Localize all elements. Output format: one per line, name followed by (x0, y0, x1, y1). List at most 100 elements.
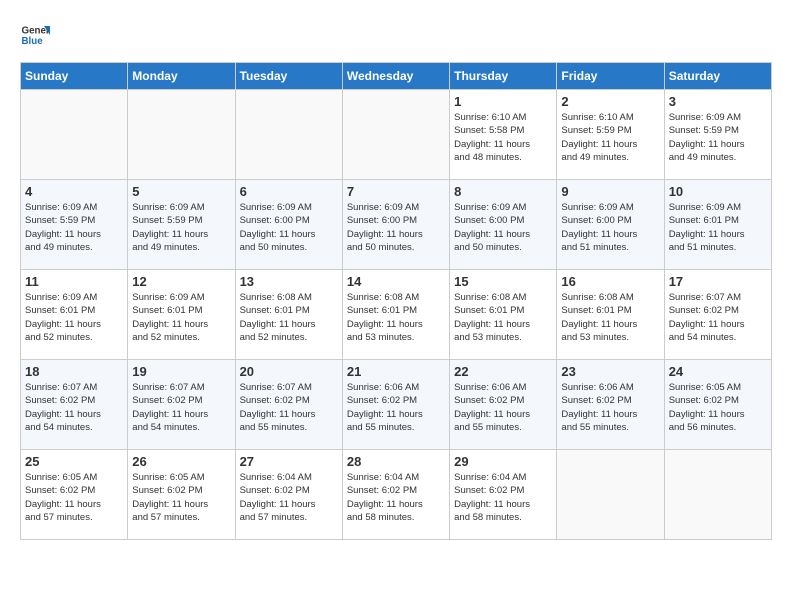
day-number: 7 (347, 184, 445, 199)
calendar-week-row: 25Sunrise: 6:05 AM Sunset: 6:02 PM Dayli… (21, 450, 772, 540)
day-header-sunday: Sunday (21, 63, 128, 90)
calendar-cell: 6Sunrise: 6:09 AM Sunset: 6:00 PM Daylig… (235, 180, 342, 270)
day-info: Sunrise: 6:10 AM Sunset: 5:59 PM Dayligh… (561, 111, 659, 164)
day-number: 12 (132, 274, 230, 289)
calendar-cell: 26 Sunrise: 6:05 AM Sunset: 6:02 PM Dayli… (128, 450, 235, 540)
calendar-cell: 23 Sunrise: 6:06 AM Sunset: 6:02 PM Dayli… (557, 360, 664, 450)
day-number: 16 (561, 274, 659, 289)
day-info: Sunrise: 6:07 AM Sunset: 6:02 PM Dayligh… (240, 381, 338, 434)
day-number: 8 (454, 184, 552, 199)
calendar-week-row: 18 Sunrise: 6:07 AM Sunset: 6:02 PM Dayli… (21, 360, 772, 450)
day-info: Sunrise: 6:04 AM Sunset: 6:02 PM Dayligh… (347, 471, 445, 524)
day-info: Sunrise: 6:05 AM Sunset: 6:02 PM Dayligh… (132, 471, 230, 524)
day-number: 23 (561, 364, 659, 379)
calendar-cell: 25Sunrise: 6:05 AM Sunset: 6:02 PM Dayli… (21, 450, 128, 540)
day-info: Sunrise: 6:09 AM Sunset: 5:59 PM Dayligh… (132, 201, 230, 254)
day-info: Sunrise: 6:07 AM Sunset: 6:02 PM Dayligh… (25, 381, 123, 434)
calendar-cell: 22 Sunrise: 6:06 AM Sunset: 6:02 PM Dayli… (450, 360, 557, 450)
day-number: 19 (132, 364, 230, 379)
calendar-cell: 27Sunrise: 6:04 AM Sunset: 6:02 PM Dayli… (235, 450, 342, 540)
calendar-cell: 14 Sunrise: 6:08 AM Sunset: 6:01 PM Dayli… (342, 270, 449, 360)
day-info: Sunrise: 6:05 AM Sunset: 6:02 PM Dayligh… (669, 381, 767, 434)
calendar-cell: 13 Sunrise: 6:08 AM Sunset: 6:01 PM Dayli… (235, 270, 342, 360)
day-number: 15 (454, 274, 552, 289)
day-number: 22 (454, 364, 552, 379)
day-info: Sunrise: 6:09 AM Sunset: 6:00 PM Dayligh… (561, 201, 659, 254)
calendar-cell: 18 Sunrise: 6:07 AM Sunset: 6:02 PM Dayli… (21, 360, 128, 450)
calendar-cell: 2 Sunrise: 6:10 AM Sunset: 5:59 PM Daylig… (557, 90, 664, 180)
svg-text:Blue: Blue (22, 36, 44, 47)
day-info: Sunrise: 6:09 AM Sunset: 5:59 PM Dayligh… (669, 111, 767, 164)
calendar-week-row: 1 Sunrise: 6:10 AM Sunset: 5:58 PM Daylig… (21, 90, 772, 180)
day-info: Sunrise: 6:09 AM Sunset: 6:01 PM Dayligh… (25, 291, 123, 344)
day-info: Sunrise: 6:07 AM Sunset: 6:02 PM Dayligh… (669, 291, 767, 344)
calendar-week-row: 4Sunrise: 6:09 AM Sunset: 5:59 PM Daylig… (21, 180, 772, 270)
calendar-cell (664, 450, 771, 540)
day-info: Sunrise: 6:09 AM Sunset: 6:00 PM Dayligh… (240, 201, 338, 254)
page-header: General Blue (20, 20, 772, 50)
day-number: 1 (454, 94, 552, 109)
calendar-cell: 16 Sunrise: 6:08 AM Sunset: 6:01 PM Dayli… (557, 270, 664, 360)
day-number: 21 (347, 364, 445, 379)
calendar-cell: 1 Sunrise: 6:10 AM Sunset: 5:58 PM Daylig… (450, 90, 557, 180)
calendar-cell: 20 Sunrise: 6:07 AM Sunset: 6:02 PM Dayli… (235, 360, 342, 450)
day-number: 10 (669, 184, 767, 199)
day-number: 13 (240, 274, 338, 289)
calendar-header-row: SundayMondayTuesdayWednesdayThursdayFrid… (21, 63, 772, 90)
day-number: 28 (347, 454, 445, 469)
day-info: Sunrise: 6:09 AM Sunset: 6:01 PM Dayligh… (669, 201, 767, 254)
day-number: 3 (669, 94, 767, 109)
day-number: 18 (25, 364, 123, 379)
day-number: 27 (240, 454, 338, 469)
day-number: 24 (669, 364, 767, 379)
calendar-cell (557, 450, 664, 540)
day-info: Sunrise: 6:05 AM Sunset: 6:02 PM Dayligh… (25, 471, 123, 524)
day-info: Sunrise: 6:08 AM Sunset: 6:01 PM Dayligh… (240, 291, 338, 344)
day-header-thursday: Thursday (450, 63, 557, 90)
day-info: Sunrise: 6:06 AM Sunset: 6:02 PM Dayligh… (561, 381, 659, 434)
logo: General Blue (20, 20, 50, 50)
day-number: 20 (240, 364, 338, 379)
day-info: Sunrise: 6:08 AM Sunset: 6:01 PM Dayligh… (454, 291, 552, 344)
day-info: Sunrise: 6:04 AM Sunset: 6:02 PM Dayligh… (454, 471, 552, 524)
calendar-table: SundayMondayTuesdayWednesdayThursdayFrid… (20, 62, 772, 540)
day-header-wednesday: Wednesday (342, 63, 449, 90)
calendar-cell (128, 90, 235, 180)
calendar-cell (21, 90, 128, 180)
day-number: 14 (347, 274, 445, 289)
day-info: Sunrise: 6:09 AM Sunset: 5:59 PM Dayligh… (25, 201, 123, 254)
day-number: 26 (132, 454, 230, 469)
day-number: 5 (132, 184, 230, 199)
calendar-week-row: 11 Sunrise: 6:09 AM Sunset: 6:01 PM Dayli… (21, 270, 772, 360)
calendar-cell: 21Sunrise: 6:06 AM Sunset: 6:02 PM Dayli… (342, 360, 449, 450)
calendar-cell: 7 Sunrise: 6:09 AM Sunset: 6:00 PM Daylig… (342, 180, 449, 270)
day-info: Sunrise: 6:08 AM Sunset: 6:01 PM Dayligh… (561, 291, 659, 344)
calendar-cell (235, 90, 342, 180)
day-info: Sunrise: 6:06 AM Sunset: 6:02 PM Dayligh… (454, 381, 552, 434)
calendar-cell: 3 Sunrise: 6:09 AM Sunset: 5:59 PM Daylig… (664, 90, 771, 180)
day-number: 9 (561, 184, 659, 199)
day-number: 2 (561, 94, 659, 109)
calendar-cell: 5 Sunrise: 6:09 AM Sunset: 5:59 PM Daylig… (128, 180, 235, 270)
day-number: 29 (454, 454, 552, 469)
calendar-cell: 11 Sunrise: 6:09 AM Sunset: 6:01 PM Dayli… (21, 270, 128, 360)
day-info: Sunrise: 6:08 AM Sunset: 6:01 PM Dayligh… (347, 291, 445, 344)
day-info: Sunrise: 6:09 AM Sunset: 6:01 PM Dayligh… (132, 291, 230, 344)
day-header-friday: Friday (557, 63, 664, 90)
calendar-cell: 24 Sunrise: 6:05 AM Sunset: 6:02 PM Dayli… (664, 360, 771, 450)
calendar-cell: 19Sunrise: 6:07 AM Sunset: 6:02 PM Dayli… (128, 360, 235, 450)
day-header-monday: Monday (128, 63, 235, 90)
calendar-cell: 28 Sunrise: 6:04 AM Sunset: 6:02 PM Dayli… (342, 450, 449, 540)
day-number: 11 (25, 274, 123, 289)
day-header-saturday: Saturday (664, 63, 771, 90)
calendar-cell: 17Sunrise: 6:07 AM Sunset: 6:02 PM Dayli… (664, 270, 771, 360)
calendar-cell: 9 Sunrise: 6:09 AM Sunset: 6:00 PM Daylig… (557, 180, 664, 270)
day-info: Sunrise: 6:10 AM Sunset: 5:58 PM Dayligh… (454, 111, 552, 164)
day-info: Sunrise: 6:09 AM Sunset: 6:00 PM Dayligh… (347, 201, 445, 254)
calendar-cell: 15 Sunrise: 6:08 AM Sunset: 6:01 PM Dayli… (450, 270, 557, 360)
calendar-cell: 29 Sunrise: 6:04 AM Sunset: 6:02 PM Dayli… (450, 450, 557, 540)
logo-icon: General Blue (20, 20, 50, 50)
calendar-cell: 4Sunrise: 6:09 AM Sunset: 5:59 PM Daylig… (21, 180, 128, 270)
calendar-cell: 12 Sunrise: 6:09 AM Sunset: 6:01 PM Dayli… (128, 270, 235, 360)
calendar-cell (342, 90, 449, 180)
